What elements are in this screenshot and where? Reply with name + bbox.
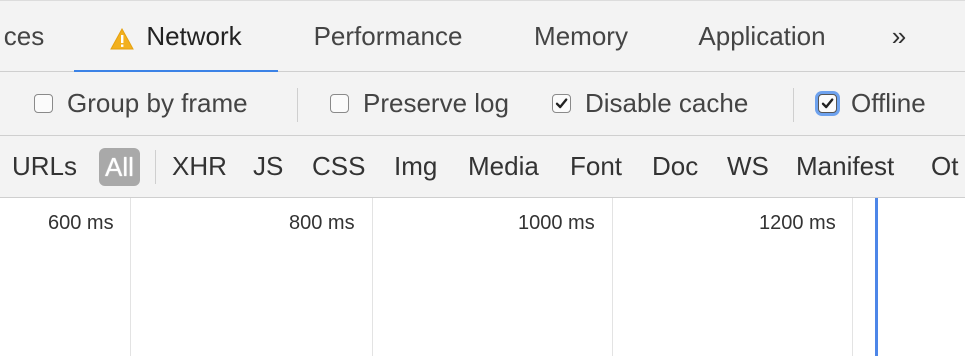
offline-label: Offline xyxy=(851,88,926,118)
devtools-tab-bar: ces Network Performance Memory Applicati… xyxy=(0,0,965,73)
warning-triangle-icon xyxy=(110,26,135,49)
filter-other[interactable]: Ot xyxy=(931,136,958,197)
toolbar-divider xyxy=(793,88,794,122)
group-by-frame-label: Group by frame xyxy=(67,88,248,118)
filter-divider xyxy=(155,150,156,184)
group-by-frame-option[interactable]: Group by frame xyxy=(34,72,248,135)
filter-all[interactable]: All xyxy=(99,148,140,186)
resource-type-filter-bar: URLs All XHR JS CSS Img Media Font Doc W… xyxy=(0,136,965,198)
filter-ws[interactable]: WS xyxy=(727,136,769,197)
timeline-tick-label: 600 ms xyxy=(48,212,114,234)
tab-network[interactable]: Network xyxy=(74,1,278,73)
filter-manifest[interactable]: Manifest xyxy=(796,136,894,197)
tab-memory-label: Memory xyxy=(534,21,628,51)
timeline-tick-label: 1200 ms xyxy=(759,212,836,234)
preserve-log-label: Preserve log xyxy=(363,88,509,118)
tab-performance[interactable]: Performance xyxy=(296,1,480,72)
filter-font[interactable]: Font xyxy=(570,136,622,197)
tab-sources-partial[interactable]: ces xyxy=(0,1,50,72)
network-timeline-overview[interactable]: 600 ms 800 ms 1000 ms 1200 ms xyxy=(0,198,965,356)
disable-cache-label: Disable cache xyxy=(585,88,749,118)
timeline-tick-label: 800 ms xyxy=(289,212,355,234)
tab-sources-label: ces xyxy=(3,21,45,51)
hide-data-urls-label: URLs xyxy=(12,151,78,181)
timeline-gridline xyxy=(852,198,853,356)
timeline-gridline xyxy=(130,198,131,356)
network-options-toolbar: Group by frame Preserve log Disable cach… xyxy=(0,72,965,136)
filter-media[interactable]: Media xyxy=(468,136,539,197)
tab-performance-label: Performance xyxy=(313,21,463,51)
more-tabs-button[interactable]: » xyxy=(872,1,922,72)
tab-application-label: Application xyxy=(698,21,826,51)
filter-js[interactable]: JS xyxy=(253,136,283,197)
filter-doc[interactable]: Doc xyxy=(652,136,698,197)
checkmark-icon xyxy=(821,98,834,109)
preserve-log-checkbox[interactable] xyxy=(330,94,349,113)
filter-css[interactable]: CSS xyxy=(312,136,365,197)
offline-checkbox[interactable] xyxy=(818,94,837,113)
filter-img[interactable]: Img xyxy=(394,136,437,197)
disable-cache-checkbox[interactable] xyxy=(552,94,571,113)
tab-memory[interactable]: Memory xyxy=(520,1,642,72)
timeline-gridline xyxy=(372,198,373,356)
chevron-double-right-icon: » xyxy=(891,21,907,51)
group-by-frame-checkbox[interactable] xyxy=(34,94,53,113)
checkmark-icon xyxy=(555,98,568,109)
preserve-log-option[interactable]: Preserve log xyxy=(330,72,509,135)
timeline-tick-label: 1000 ms xyxy=(518,212,595,234)
toolbar-divider xyxy=(297,88,298,122)
filter-xhr[interactable]: XHR xyxy=(172,136,227,197)
tab-application[interactable]: Application xyxy=(680,1,844,72)
offline-option[interactable]: Offline xyxy=(818,72,926,135)
tab-network-label: Network xyxy=(146,21,242,51)
dom-content-loaded-marker xyxy=(875,198,878,356)
disable-cache-option[interactable]: Disable cache xyxy=(552,72,748,135)
timeline-gridline xyxy=(612,198,613,356)
